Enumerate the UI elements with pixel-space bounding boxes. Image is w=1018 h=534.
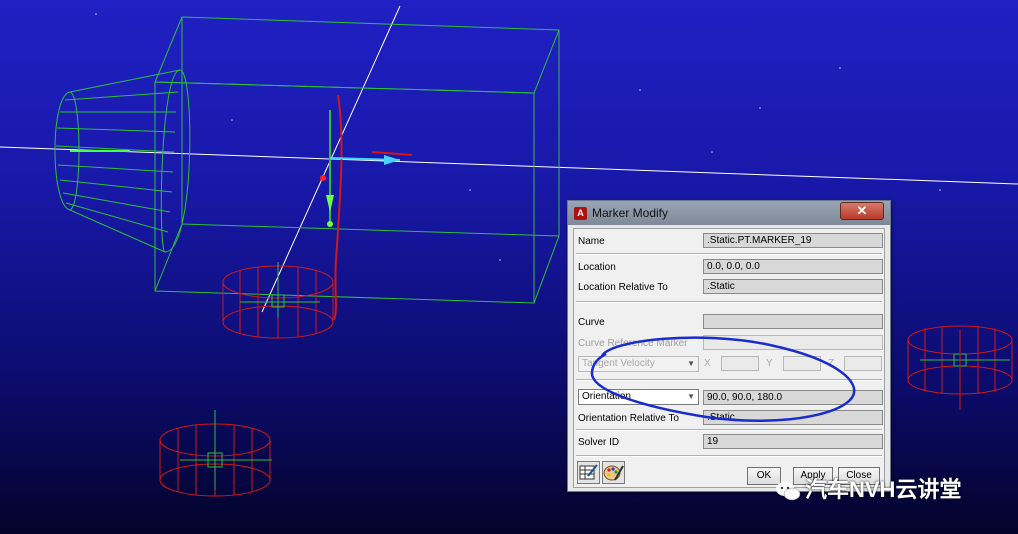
separator [576, 301, 882, 303]
chevron-down-icon: ▼ [687, 392, 695, 401]
tangent-z-field [844, 356, 882, 371]
tangent-z-label: Z [828, 358, 835, 369]
name-field[interactable]: .Static.PT.MARKER_19 [703, 233, 883, 248]
curve-reference-field [703, 335, 883, 350]
location-relative-field[interactable]: .Static [703, 279, 883, 294]
chevron-down-icon: ▼ [687, 359, 695, 368]
watermark-text: 汽车NVH云讲堂 [805, 477, 962, 502]
dialog-titlebar[interactable]: A Marker Modify ✕ [568, 201, 890, 225]
table-editor-icon [579, 464, 598, 480]
cone-wheel-wireframe [54, 69, 191, 253]
dialog-body: Name .Static.PT.MARKER_19 Location 0.0, … [573, 228, 885, 488]
name-label: Name [578, 236, 605, 247]
cylinder-wireframe-bottom [159, 410, 272, 497]
cylinder-wireframe-center [222, 262, 334, 339]
orientation-field[interactable]: 90.0, 90.0, 180.0 [703, 390, 883, 405]
separator [576, 253, 882, 255]
curve-reference-label: Curve Reference Marker [578, 338, 688, 349]
separator [576, 429, 882, 431]
separator [576, 379, 882, 381]
location-relative-label: Location Relative To [578, 282, 668, 293]
paint-palette-icon [603, 465, 624, 481]
separator [576, 455, 882, 457]
orientation-select-value: Orientation [582, 391, 631, 402]
location-field[interactable]: 0.0, 0.0, 0.0 [703, 259, 883, 274]
adams-app-icon: A [574, 207, 587, 220]
location-label: Location [578, 262, 616, 273]
cylinder-wireframe-right [907, 325, 1013, 410]
tangent-velocity-select: Tangent Velocity ▼ [578, 356, 699, 372]
close-icon[interactable]: ✕ [840, 202, 884, 220]
curve-label: Curve [578, 317, 605, 328]
watermark: 汽车NVH云讲堂 [775, 474, 961, 506]
solver-id-label: Solver ID [578, 437, 620, 448]
tangent-y-label: Y [766, 358, 773, 369]
dialog-title: Marker Modify [592, 206, 669, 220]
curve-field[interactable] [703, 314, 883, 329]
wechat-icon [776, 482, 801, 501]
tangent-velocity-value: Tangent Velocity [582, 358, 655, 369]
global-axis-line [0, 146, 1018, 185]
orientation-relative-field[interactable]: .Static [703, 410, 883, 425]
tangent-y-field [783, 356, 821, 371]
solver-id-field[interactable]: 19 [703, 434, 883, 449]
tangent-x-field [721, 356, 759, 371]
orientation-select[interactable]: Orientation ▼ [578, 389, 699, 405]
appearance-button[interactable] [602, 461, 625, 484]
orientation-relative-label: Orientation Relative To [578, 413, 679, 424]
marker-modify-dialog: A Marker Modify ✕ Name .Static.PT.MARKER… [567, 200, 891, 492]
tangent-x-label: X [704, 358, 711, 369]
marker-triad [320, 94, 413, 321]
table-editor-button[interactable] [577, 461, 600, 484]
